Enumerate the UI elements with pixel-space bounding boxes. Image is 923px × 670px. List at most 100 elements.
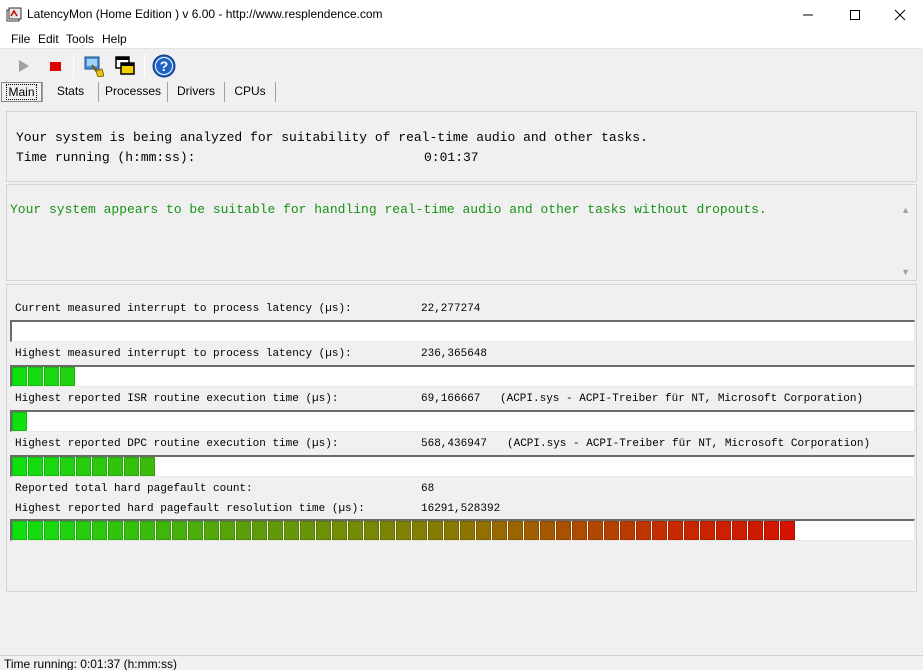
menu-bar: File Edit Tools Help [0, 30, 923, 49]
bar-segment [76, 521, 91, 540]
tab-cpus[interactable]: CPUs [225, 82, 275, 102]
minimize-button[interactable] [785, 0, 831, 30]
bar-segment [620, 521, 635, 540]
toolbar-separator [144, 54, 145, 78]
metric-value: 69,166667 [421, 393, 481, 405]
bar-segment [364, 521, 379, 540]
tab-stats[interactable]: Stats [43, 82, 98, 102]
bar-segment [124, 457, 139, 476]
play-icon [19, 60, 29, 72]
metric-detail: (ACPI.sys - ACPI-Treiber für NT, Microso… [507, 438, 871, 450]
maximize-button[interactable] [832, 0, 878, 30]
window-title: LatencyMon (Home Edition ) v 6.00 - http… [27, 7, 383, 21]
bar-segment [12, 412, 27, 431]
bar-segment [124, 521, 139, 540]
toolbar: ? [0, 50, 923, 82]
tab-drivers[interactable]: Drivers [168, 82, 224, 102]
metric-value: 236,365648 [421, 348, 488, 360]
windows-icon [115, 56, 135, 75]
status-bar: Time running: 0:01:37 (h:mm:ss) [0, 655, 923, 670]
toolbar-separator [73, 54, 74, 78]
bar-segment [60, 367, 75, 386]
bar-segment [396, 521, 411, 540]
bar-segment [444, 521, 459, 540]
bar-segment [460, 521, 475, 540]
metric-label: Highest reported DPC routine execution t… [15, 438, 339, 450]
windows-button[interactable] [112, 53, 138, 79]
stop-button[interactable] [42, 53, 68, 79]
verdict-panel: Your system appears to be suitable for h… [6, 184, 917, 281]
tab-main-label: Main [6, 84, 37, 100]
bar-segment [652, 521, 667, 540]
title-bar: LatencyMon (Home Edition ) v 6.00 - http… [0, 0, 923, 30]
analyzing-text: Your system is being analyzed for suitab… [16, 130, 648, 145]
bar-segment [12, 367, 27, 386]
bar-segment [92, 521, 107, 540]
bar-segment [44, 457, 59, 476]
bar-segment [332, 521, 347, 540]
bar-segment [60, 521, 75, 540]
metric-label: Reported total hard pagefault count: [15, 483, 253, 495]
menu-help[interactable]: Help [102, 32, 127, 46]
bar-segment [284, 521, 299, 540]
tab-bar: Main Stats Processes Drivers CPUs [0, 82, 923, 102]
bar-segment [236, 521, 251, 540]
scroll-up-arrow[interactable]: ▲ [901, 205, 910, 215]
bar-segment [524, 521, 539, 540]
bar-segment [716, 521, 731, 540]
scroll-down-arrow[interactable]: ▼ [901, 267, 910, 277]
latency-bar [10, 455, 915, 477]
bar-segment [188, 521, 203, 540]
bar-segment [476, 521, 491, 540]
latency-bar [10, 410, 915, 432]
bar-segment [108, 521, 123, 540]
menu-edit[interactable]: Edit [38, 32, 59, 46]
clean-button[interactable] [80, 53, 106, 79]
close-button[interactable] [877, 0, 923, 30]
bar-segment [204, 521, 219, 540]
bar-segment [156, 521, 171, 540]
bar-segment [92, 457, 107, 476]
bar-segment [12, 457, 27, 476]
bar-segment [348, 521, 363, 540]
time-running-value: 0:01:37 [424, 150, 479, 165]
metric-value: 68 [421, 483, 435, 495]
tab-processes[interactable]: Processes [99, 82, 167, 102]
verdict-text: Your system appears to be suitable for h… [10, 202, 767, 217]
bar-segment [380, 521, 395, 540]
metric-label: Current measured interrupt to process la… [15, 303, 352, 315]
metric-value: 22,277274 [421, 303, 481, 315]
bar-segment [316, 521, 331, 540]
summary-panel: Your system is being analyzed for suitab… [6, 111, 917, 182]
stop-icon [50, 62, 61, 71]
metric-label: Highest measured interrupt to process la… [15, 348, 352, 360]
bar-segment [700, 521, 715, 540]
bar-segment [732, 521, 747, 540]
bar-segment [684, 521, 699, 540]
bar-segment [44, 521, 59, 540]
bar-segment [220, 521, 235, 540]
bar-segment [76, 457, 91, 476]
svg-text:?: ? [160, 58, 169, 74]
tab-separator [275, 82, 276, 102]
metric-label: Highest reported hard pagefault resoluti… [15, 503, 365, 515]
start-button[interactable] [10, 53, 36, 79]
bar-segment [492, 521, 507, 540]
help-button[interactable]: ? [151, 53, 177, 79]
menu-file[interactable]: File [11, 32, 30, 46]
pagefault-bar [10, 519, 915, 541]
bar-segment [252, 521, 267, 540]
status-text: Time running: 0:01:37 (h:mm:ss) [4, 657, 177, 670]
metric-value: 568,436947 [421, 438, 488, 450]
time-running-label: Time running (h:mm:ss): [16, 150, 196, 165]
bar-segment [44, 367, 59, 386]
menu-tools[interactable]: Tools [66, 32, 94, 46]
bar-segment [764, 521, 779, 540]
tab-main[interactable]: Main [1, 82, 42, 102]
metric-detail: (ACPI.sys - ACPI-Treiber für NT, Microso… [500, 393, 864, 405]
bar-segment [140, 457, 155, 476]
bar-segment [604, 521, 619, 540]
bar-segment [12, 521, 27, 540]
bar-segment [508, 521, 523, 540]
bar-segment [28, 367, 43, 386]
